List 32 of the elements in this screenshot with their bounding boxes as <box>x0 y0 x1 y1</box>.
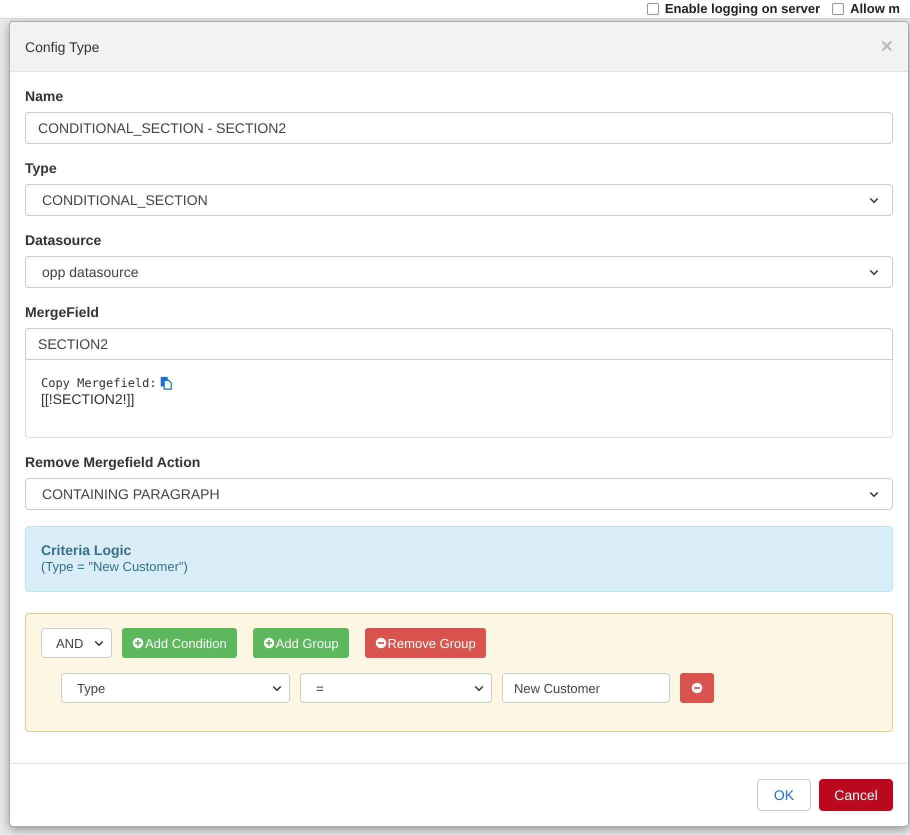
field-label: Type <box>25 160 58 176</box>
select-field[interactable]: CONDITIONAL_SECTION <box>25 184 893 216</box>
select-field[interactable]: Type <box>61 673 290 703</box>
minus-circle-icon <box>374 637 387 649</box>
operator-select[interactable]: AND <box>41 628 112 658</box>
cancel-button[interactable]: Cancel <box>819 779 893 811</box>
criteria-title: Criteria Logic <box>41 542 132 558</box>
select-field[interactable]: opp datasource <box>25 256 893 288</box>
criteria-expression: (Type = "New Customer") <box>41 559 189 574</box>
field-label: MergeField <box>25 304 100 320</box>
ok-button[interactable]: OK <box>757 779 811 811</box>
remove-group-button[interactable]: Remove Group <box>364 628 486 658</box>
plus-circle-icon <box>262 637 275 649</box>
checkbox[interactable] <box>832 3 844 15</box>
input-field[interactable]: New Customer <box>502 673 670 703</box>
plus-circle-icon <box>132 637 144 649</box>
select-field[interactable]: = <box>300 673 492 703</box>
field-label: Remove Mergefield Action <box>25 454 202 470</box>
select-field[interactable]: CONTAINING PARAGRAPH <box>25 478 893 510</box>
checkbox[interactable] <box>646 3 659 15</box>
checkbox-label: Allow m <box>850 1 900 17</box>
copy-label: Copy Mergefield: <box>41 376 157 390</box>
input-field[interactable]: CONDITIONAL_SECTION - SECTION2 <box>25 112 893 144</box>
checkbox-label: Enable logging on server <box>664 1 820 17</box>
field-label: Datasource <box>25 232 102 248</box>
remove-rule-button[interactable] <box>680 673 714 703</box>
dialog-title: Config Type <box>25 38 100 54</box>
mergefield-token: [[!SECTION2!]] <box>41 391 136 407</box>
field-label: Name <box>25 88 64 104</box>
minus-circle-icon <box>691 682 703 694</box>
input-field[interactable]: SECTION2 <box>25 328 893 360</box>
copy-icon <box>158 376 173 390</box>
